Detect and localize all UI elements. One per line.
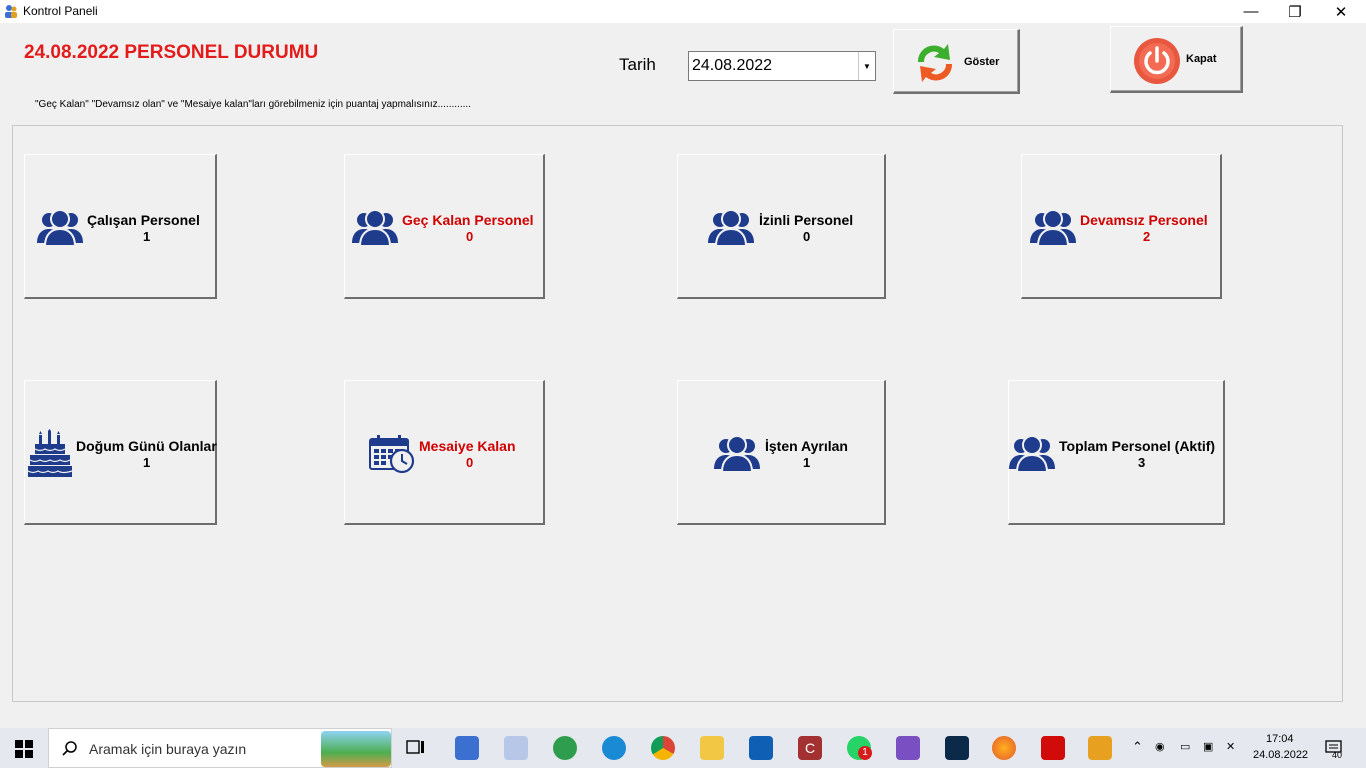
card-title: Geç Kalan Personel bbox=[402, 212, 534, 228]
whatsapp-badge: 1 bbox=[858, 746, 872, 760]
restore-button[interactable]: ❐ bbox=[1272, 0, 1318, 23]
card-value: 2 bbox=[1143, 229, 1151, 244]
card-resigned[interactable]: İşten Ayrılan 1 bbox=[677, 380, 886, 525]
restore-icon: ❐ bbox=[1288, 3, 1302, 21]
notification-count: 40 bbox=[1332, 750, 1343, 760]
power-icon bbox=[1134, 38, 1180, 84]
card-title: İşten Ayrılan bbox=[765, 438, 848, 454]
window-title: Kontrol Paneli bbox=[23, 4, 98, 18]
close-app-label: Kapat bbox=[1186, 53, 1217, 65]
globe-icon[interactable] bbox=[553, 736, 577, 760]
birthday-cake-icon bbox=[27, 429, 73, 477]
card-title: Doğum Günü Olanlar bbox=[76, 438, 217, 454]
taskbar-time[interactable]: 17:04 bbox=[1266, 733, 1294, 745]
card-value: 1 bbox=[143, 455, 151, 470]
card-total-staff[interactable]: Toplam Personel (Aktif) 3 bbox=[1008, 380, 1225, 525]
paint-icon[interactable] bbox=[504, 736, 528, 760]
chevron-down-icon[interactable]: ▼ bbox=[858, 52, 875, 80]
card-title: Çalışan Personel bbox=[87, 212, 200, 228]
close-window-button[interactable]: ✕ bbox=[1318, 0, 1364, 23]
firefox-icon[interactable] bbox=[992, 736, 1016, 760]
network-app-icon[interactable] bbox=[455, 736, 479, 760]
adobe-reader-icon[interactable] bbox=[1041, 736, 1065, 760]
close-app-button[interactable]: Kapat bbox=[1110, 26, 1243, 93]
date-value: 24.08.2022 bbox=[692, 57, 773, 74]
network-icon[interactable]: ▣ bbox=[1203, 740, 1213, 753]
card-title: Devamsız Personel bbox=[1080, 212, 1208, 228]
card-working-staff[interactable]: Çalışan Personel 1 bbox=[24, 154, 217, 299]
users-icon bbox=[37, 209, 83, 247]
info-note: "Geç Kalan" "Devamsız olan" ve "Mesaiye … bbox=[35, 99, 471, 110]
card-late-staff[interactable]: Geç Kalan Personel 0 bbox=[344, 154, 545, 299]
volume-muted-icon[interactable]: ✕ bbox=[1226, 740, 1235, 753]
ccleaner-icon[interactable]: C bbox=[798, 736, 822, 760]
taskbar-search[interactable]: Aramak için buraya yazın bbox=[48, 728, 392, 768]
date-picker[interactable]: 24.08.2022 ▼ bbox=[688, 51, 876, 81]
date-label: Tarih bbox=[619, 55, 656, 74]
taskbar-date[interactable]: 24.08.2022 bbox=[1253, 749, 1308, 761]
card-value: 0 bbox=[466, 229, 474, 244]
meet-icon[interactable]: ◉ bbox=[1155, 740, 1165, 753]
photoshop-icon[interactable] bbox=[945, 736, 969, 760]
users-icon bbox=[352, 209, 398, 247]
title-bar: Kontrol Paneli — ❐ ✕ bbox=[0, 0, 1366, 23]
card-value: 1 bbox=[143, 229, 151, 244]
refresh-icon bbox=[917, 44, 953, 82]
file-explorer-icon[interactable] bbox=[700, 736, 724, 760]
taskbar: Aramak için buraya yazın C 1 ⌃ ◉ ▭ ▣ ✕ 1… bbox=[0, 728, 1366, 768]
card-birthdays[interactable]: Doğum Günü Olanlar 1 bbox=[24, 380, 217, 525]
close-icon: ✕ bbox=[1334, 3, 1348, 21]
card-title: İzinli Personel bbox=[759, 212, 854, 228]
search-highlight-image bbox=[321, 731, 391, 767]
card-title: Toplam Personel (Aktif) bbox=[1059, 438, 1216, 454]
page-title: 24.08.2022 PERSONEL DURUMU bbox=[24, 42, 319, 63]
users-icon bbox=[1030, 209, 1076, 247]
minimize-icon: — bbox=[1243, 3, 1259, 20]
staff-app-icon[interactable] bbox=[1088, 736, 1112, 760]
card-value: 0 bbox=[803, 229, 811, 244]
card-absent-staff[interactable]: Devamsız Personel 2 bbox=[1021, 154, 1222, 299]
users-icon bbox=[1009, 435, 1055, 473]
battery-icon[interactable]: ▭ bbox=[1180, 740, 1190, 753]
calendar-clock-icon bbox=[369, 435, 415, 473]
search-placeholder: Aramak için buraya yazın bbox=[89, 741, 247, 757]
card-value: 3 bbox=[1138, 455, 1146, 470]
show-button-label: Göster bbox=[964, 56, 1000, 68]
search-icon bbox=[62, 741, 77, 756]
outlook-icon[interactable] bbox=[749, 736, 773, 760]
card-value: 1 bbox=[803, 455, 811, 470]
card-overtime[interactable]: Mesaiye Kalan 0 bbox=[344, 380, 545, 525]
edge-icon[interactable] bbox=[602, 736, 626, 760]
minimize-button[interactable]: — bbox=[1228, 0, 1274, 23]
card-value: 0 bbox=[466, 455, 474, 470]
windows-start-icon[interactable] bbox=[15, 740, 33, 758]
card-title: Mesaiye Kalan bbox=[419, 438, 516, 454]
chevron-up-icon[interactable]: ⌃ bbox=[1132, 739, 1143, 755]
app-icon bbox=[5, 5, 17, 18]
users-icon bbox=[714, 435, 760, 473]
visual-studio-icon[interactable] bbox=[896, 736, 920, 760]
show-button[interactable]: Göster bbox=[893, 29, 1020, 94]
task-view-icon[interactable] bbox=[406, 739, 426, 757]
chrome-icon[interactable] bbox=[651, 736, 675, 760]
users-icon bbox=[708, 209, 754, 247]
card-on-leave-staff[interactable]: İzinli Personel 0 bbox=[677, 154, 886, 299]
